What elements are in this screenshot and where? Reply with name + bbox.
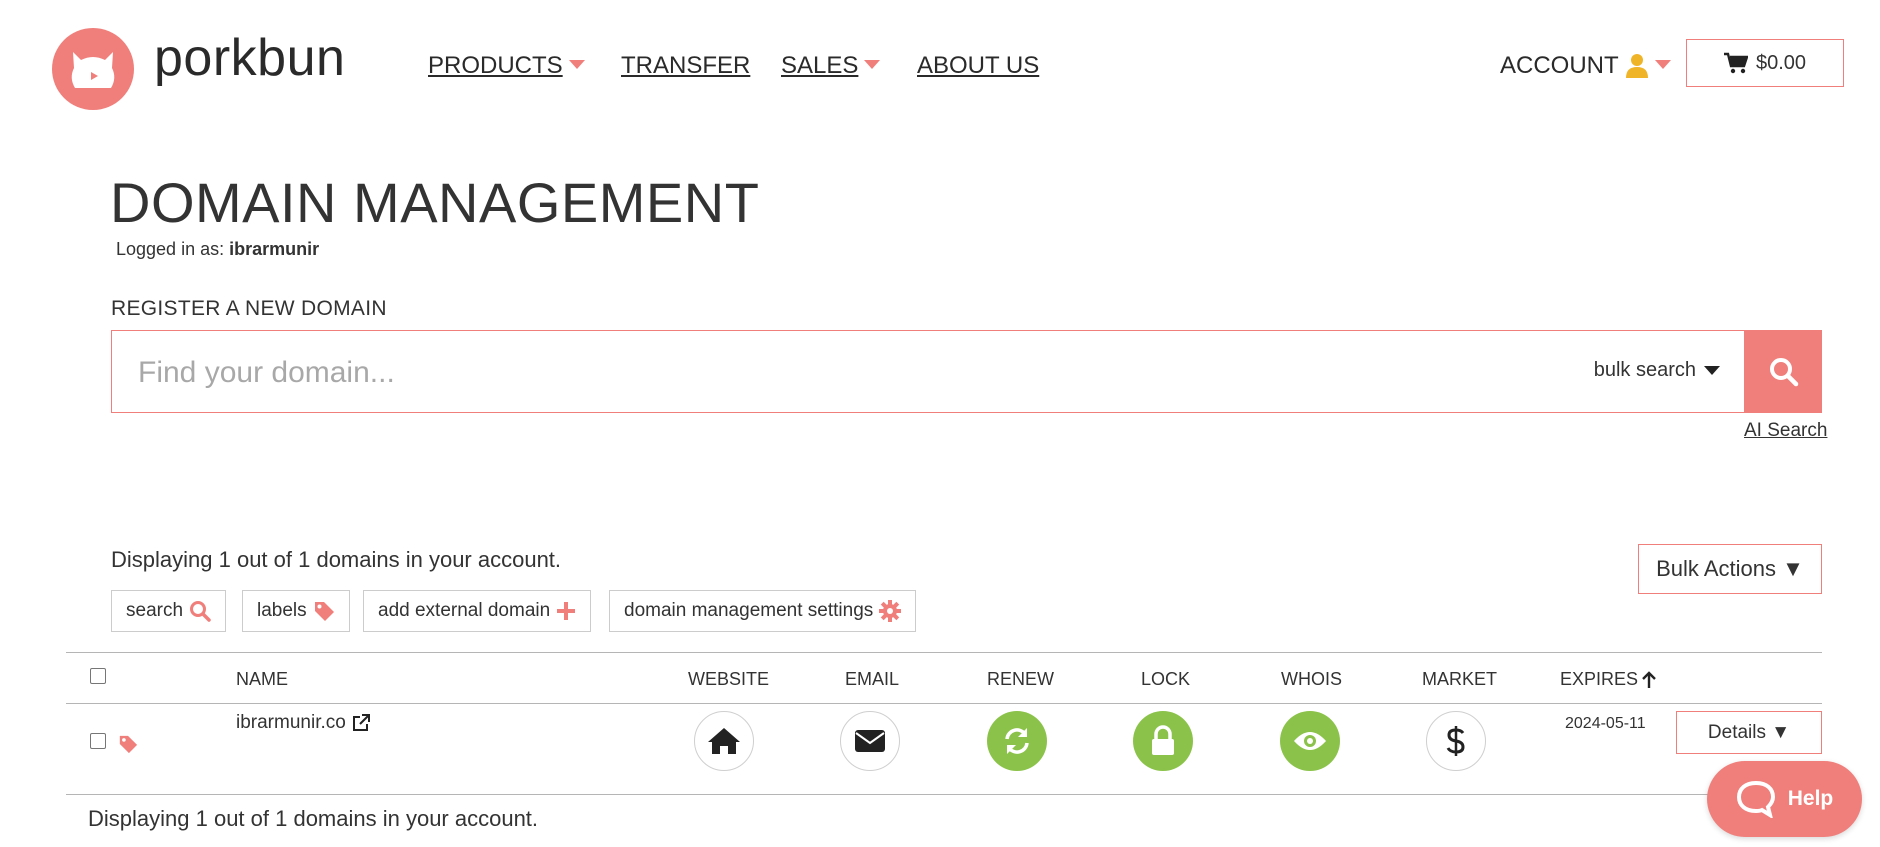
gear-icon (879, 600, 902, 622)
plus-icon (557, 602, 576, 620)
search-tool-button[interactable]: search (111, 590, 227, 632)
lock-icon (1152, 725, 1174, 755)
lock-button[interactable] (1133, 711, 1193, 771)
logged-in-info: Logged in as: ibrarmunir (116, 239, 319, 260)
column-header-website: WEBSITE (688, 669, 770, 689)
page-title: DOMAIN MANAGEMENT (110, 171, 760, 234)
nav-transfer-label: TRANSFER (621, 52, 751, 79)
nav-transfer[interactable]: TRANSFER (621, 52, 750, 80)
porkbun-logo[interactable] (52, 28, 134, 110)
nav-about-us-label: ABOUT US (917, 52, 1040, 79)
sort-ascending-icon (1642, 670, 1656, 688)
column-header-expires-label: EXPIRES (1560, 669, 1639, 689)
expiration-date: 2024-05-11 (1565, 715, 1646, 732)
labels-tool-label: labels (257, 600, 307, 621)
add-external-domain-label: add external domain (378, 600, 551, 621)
domain-count-text-bottom: Displaying 1 out of 1 domains in your ac… (88, 806, 539, 831)
nav-sales-label: SALES (781, 52, 859, 79)
caret-down-icon (568, 60, 585, 70)
search-button[interactable] (1745, 330, 1822, 413)
help-label: Help (1787, 787, 1834, 810)
bulk-search-label: bulk search (1593, 359, 1696, 381)
envelope-icon (855, 730, 885, 752)
bulk-search-toggle[interactable]: bulk search (1594, 359, 1720, 382)
email-button[interactable] (840, 711, 900, 771)
cart-total: $0.00 (1755, 51, 1807, 74)
column-header-market: MARKET (1422, 669, 1498, 689)
eye-icon (1294, 732, 1326, 750)
brand-name[interactable]: porkbun (154, 28, 345, 88)
caret-down-icon (1704, 366, 1720, 375)
account-menu[interactable]: ACCOUNT (1500, 52, 1671, 80)
tag-icon[interactable] (118, 734, 138, 754)
cart-button[interactable]: $0.00 (1686, 39, 1844, 87)
nav-products[interactable]: PRODUCTS (428, 52, 585, 80)
pig-logo-icon (71, 52, 115, 88)
domain-name: ibrarmunir.co (236, 712, 346, 733)
dollar-icon (1446, 726, 1465, 756)
column-header-renew: RENEW (987, 669, 1054, 689)
nav-about-us[interactable]: ABOUT US (917, 52, 1039, 80)
market-button[interactable] (1426, 711, 1486, 771)
register-domain-label: REGISTER A NEW DOMAIN (111, 297, 387, 320)
search-icon (1769, 357, 1798, 386)
domain-management-settings-button[interactable]: domain management settings (609, 590, 917, 632)
search-tool-label: search (126, 600, 184, 621)
logged-in-prefix: Logged in as: (116, 239, 225, 259)
column-header-name[interactable]: NAME (236, 669, 288, 690)
tag-icon (314, 602, 334, 621)
user-icon (1625, 54, 1648, 78)
details-button[interactable]: Details ▼ (1676, 711, 1822, 754)
website-button[interactable] (694, 711, 754, 771)
username: ibrarmunir (229, 239, 320, 259)
row-select-checkbox[interactable] (90, 733, 106, 749)
table-top-divider (66, 652, 1822, 653)
renew-button[interactable] (987, 711, 1047, 771)
bulk-actions-button[interactable]: Bulk Actions ▼ (1638, 544, 1822, 594)
chat-bubble-icon (1736, 780, 1775, 818)
domain-count-text: Displaying 1 out of 1 domains in your ac… (111, 547, 562, 572)
account-label: ACCOUNT (1500, 52, 1619, 79)
table-bottom-divider (66, 794, 1822, 795)
select-all-checkbox[interactable] (90, 668, 106, 684)
sync-icon (1005, 728, 1029, 754)
caret-down-icon (1654, 59, 1671, 69)
column-header-expires[interactable]: EXPIRES (1560, 669, 1656, 690)
external-link-icon (352, 714, 370, 731)
labels-tool-button[interactable]: labels (242, 590, 350, 632)
help-button[interactable]: Help (1707, 761, 1862, 837)
column-header-email: EMAIL (845, 669, 900, 689)
add-external-domain-button[interactable]: add external domain (363, 590, 592, 632)
domain-name-link[interactable]: ibrarmunir.co (236, 712, 370, 734)
cart-icon (1723, 52, 1748, 74)
caret-down-icon (864, 60, 881, 70)
whois-button[interactable] (1280, 711, 1340, 771)
domain-management-settings-label: domain management settings (624, 600, 874, 621)
domain-search-box: bulk search (111, 330, 1745, 413)
column-header-lock: LOCK (1141, 669, 1191, 689)
ai-search-link[interactable]: AI Search (1744, 420, 1827, 442)
nav-sales[interactable]: SALES (781, 52, 881, 80)
home-icon (708, 728, 740, 754)
domain-search-input[interactable] (136, 349, 1390, 397)
column-header-whois: WHOIS (1281, 669, 1342, 689)
search-icon (190, 601, 211, 622)
nav-products-label: PRODUCTS (428, 52, 563, 79)
